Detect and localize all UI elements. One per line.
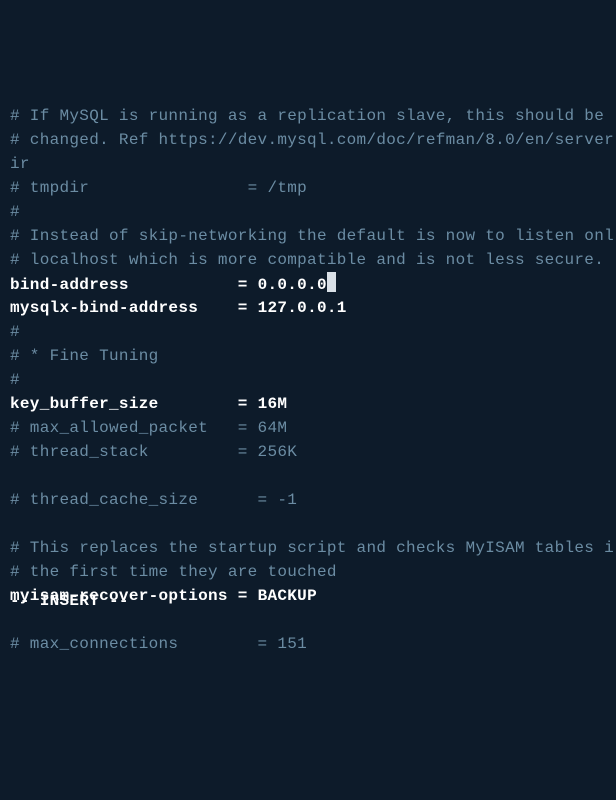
comment-text: # thread_stack = 256K (10, 443, 297, 461)
editor-line[interactable]: # max_allowed_packet = 64M (10, 416, 616, 440)
editor-line[interactable]: # (10, 368, 616, 392)
comment-text: # (10, 203, 20, 221)
editor-line[interactable] (10, 512, 616, 536)
editor-line[interactable]: # localhost which is more compatible and… (10, 248, 616, 272)
comment-text: # * Fine Tuning (10, 347, 159, 365)
editor-line[interactable]: # Instead of skip-networking the default… (10, 224, 616, 248)
comment-text: # tmpdir = /tmp (10, 179, 307, 197)
comment-text: # (10, 323, 20, 341)
comment-text: # Instead of skip-networking the default… (10, 227, 614, 245)
editor-line[interactable]: # (10, 200, 616, 224)
comment-text: # the first time they are touched (10, 563, 337, 581)
config-value: BACKUP (258, 587, 317, 605)
editor-line[interactable]: # thread_cache_size = -1 (10, 488, 616, 512)
comment-text: # This replaces the startup script and c… (10, 539, 614, 557)
editor-line[interactable]: key_buffer_size = 16M (10, 392, 616, 416)
comment-text: # max_connections = 151 (10, 635, 307, 653)
comment-text: # max_allowed_packet = 64M (10, 419, 287, 437)
vim-status-bar: -- INSERT -- (10, 589, 129, 613)
config-key: key_buffer_size (10, 395, 238, 413)
comment-text: # (10, 371, 20, 389)
comment-text: # localhost which is more compatible and… (10, 251, 604, 269)
text-cursor (327, 272, 336, 292)
equals-sign: = (238, 587, 258, 605)
editor-line[interactable]: # thread_stack = 256K (10, 440, 616, 464)
config-value: 127.0.0.1 (258, 299, 347, 317)
editor-line[interactable]: # This replaces the startup script and c… (10, 536, 616, 560)
equals-sign: = (238, 276, 258, 294)
config-value: 16M (258, 395, 288, 413)
config-key: bind-address (10, 276, 238, 294)
editor-line[interactable]: bind-address = 0.0.0.0 (10, 272, 616, 296)
equals-sign: = (238, 395, 258, 413)
editor-line[interactable]: # the first time they are touched (10, 560, 616, 584)
config-key: mysqlx-bind-address (10, 299, 238, 317)
editor-line[interactable]: # max_connections = 151 (10, 632, 616, 656)
editor-line[interactable]: mysqlx-bind-address = 127.0.0.1 (10, 296, 616, 320)
editor-line[interactable]: # (10, 320, 616, 344)
editor-line[interactable]: # If MySQL is running as a replication s… (10, 104, 616, 128)
comment-text: ir (10, 155, 30, 173)
editor-line[interactable] (10, 464, 616, 488)
editor-line[interactable]: # * Fine Tuning (10, 344, 616, 368)
editor-line[interactable]: # changed. Ref https://dev.mysql.com/doc… (10, 128, 616, 152)
text-editor-content[interactable]: # If MySQL is running as a replication s… (10, 104, 616, 656)
comment-text: # If MySQL is running as a replication s… (10, 107, 614, 125)
comment-text: # changed. Ref https://dev.mysql.com/doc… (10, 131, 614, 149)
comment-text: # thread_cache_size = -1 (10, 491, 297, 509)
editor-line[interactable]: ir (10, 152, 616, 176)
config-value: 0.0.0.0 (258, 276, 327, 294)
equals-sign: = (238, 299, 258, 317)
editor-line[interactable]: # tmpdir = /tmp (10, 176, 616, 200)
